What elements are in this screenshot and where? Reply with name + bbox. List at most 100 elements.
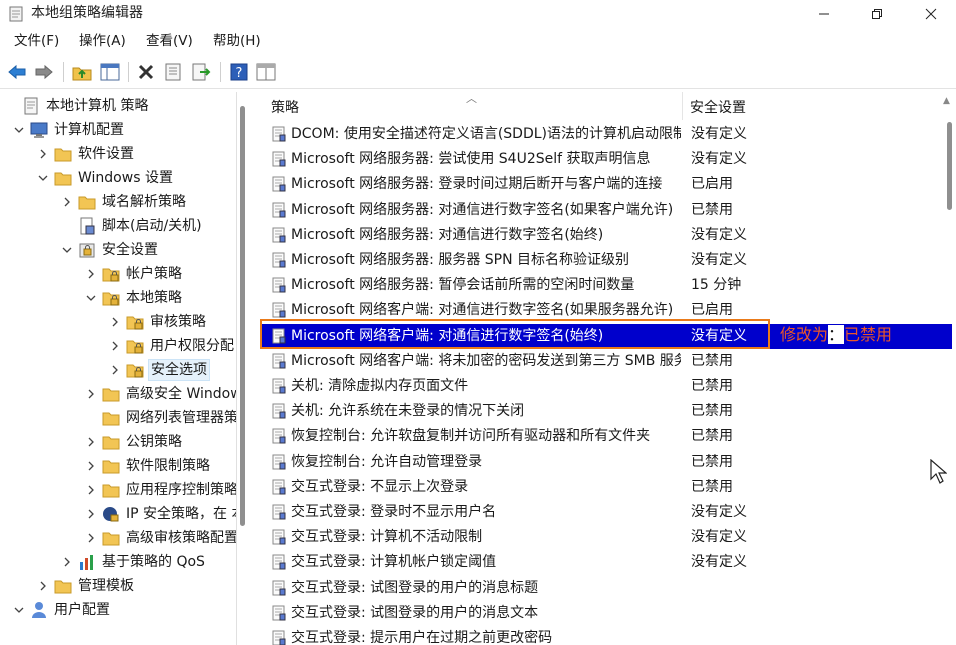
policy-row[interactable]: 关机: 清除虚拟内存页面文件 已禁用	[262, 374, 952, 399]
policy-row[interactable]: 交互式登录: 计算机不活动限制 没有定义	[262, 525, 952, 550]
close-button[interactable]	[906, 0, 956, 28]
help-button[interactable]: ?	[227, 60, 251, 84]
maximize-button[interactable]	[852, 0, 902, 28]
tree-node[interactable]: 域名解析策略	[60, 190, 188, 214]
chevron-down-icon[interactable]	[12, 118, 26, 142]
show-hide-tree-button[interactable]	[98, 60, 122, 84]
chevron-right-icon[interactable]	[108, 358, 122, 382]
close-icon	[925, 8, 937, 20]
forward-button[interactable]	[32, 60, 56, 84]
locked-folder-icon	[102, 289, 120, 307]
security-icon	[78, 241, 96, 259]
scroll-up-icon[interactable]: ▲	[943, 96, 950, 106]
chevron-down-icon[interactable]	[12, 598, 26, 622]
tree-node[interactable]: 管理模板	[36, 574, 136, 598]
policy-row[interactable]: 交互式登录: 试图登录的用户的消息标题	[262, 576, 952, 601]
security-setting-value: 已禁用	[691, 201, 733, 218]
back-button[interactable]	[5, 60, 29, 84]
security-setting-value: 没有定义	[691, 327, 747, 344]
tree-node[interactable]: 本地计算机 策略	[4, 94, 150, 118]
chevron-right-icon[interactable]	[84, 526, 98, 550]
chevron-right-icon[interactable]	[108, 310, 122, 334]
tree-node-label: 网络列表管理器策略	[126, 410, 237, 426]
policy-name: 交互式登录: 试图登录的用户的消息标题	[291, 579, 539, 596]
policy-setting-icon	[271, 277, 287, 293]
policy-row[interactable]: Microsoft 网络服务器: 服务器 SPN 目标名称验证级别 没有定义	[262, 248, 952, 273]
column-header-setting[interactable]: 安全设置	[690, 97, 746, 117]
tree-node[interactable]: 安全设置	[60, 238, 160, 262]
chevron-down-icon[interactable]	[36, 166, 50, 190]
policy-row[interactable]: 交互式登录: 不显示上次登录 已禁用	[262, 475, 952, 500]
chevron-right-icon[interactable]	[84, 430, 98, 454]
tree-node[interactable]: 高级安全 Windows Defender 防火墙	[84, 382, 236, 406]
chevron-right-icon[interactable]	[108, 334, 122, 358]
chevron-right-icon[interactable]	[84, 502, 98, 526]
tree-node[interactable]: 安全选项	[108, 358, 210, 382]
tree-node[interactable]: 应用程序控制策略	[84, 478, 236, 502]
chevron-right-icon[interactable]	[84, 382, 98, 406]
policy-row[interactable]: 交互式登录: 登录时不显示用户名 没有定义	[262, 500, 952, 525]
delete-button[interactable]	[134, 60, 158, 84]
tree-node[interactable]: 帐户策略	[84, 262, 184, 286]
policy-editor-icon	[9, 6, 23, 22]
tree-node[interactable]: IP 安全策略，在 本地计算机	[84, 502, 236, 526]
menu-view[interactable]: 查看(V)	[146, 32, 193, 50]
tree-node[interactable]: 本地策略	[84, 286, 184, 310]
maximize-icon	[872, 9, 882, 19]
tree-node[interactable]: 用户权限分配	[108, 334, 236, 358]
menu-help[interactable]: 帮助(H)	[213, 32, 261, 50]
policy-row[interactable]: 交互式登录: 提示用户在过期之前更改密码	[262, 626, 952, 645]
column-header-policy[interactable]: 策略	[271, 97, 299, 117]
tree-node[interactable]: Windows 设置	[36, 166, 175, 190]
tree-node[interactable]: 计算机配置	[12, 118, 126, 142]
tree-node[interactable]: 脚本(启动/关机)	[60, 214, 204, 238]
menu-action[interactable]: 操作(A)	[79, 32, 126, 50]
chevron-right-icon[interactable]	[84, 454, 98, 478]
policy-row[interactable]: 交互式登录: 计算机帐户锁定阈值 没有定义	[262, 550, 952, 575]
policy-row[interactable]: Microsoft 网络服务器: 尝试使用 S4U2Self 获取声明信息 没有定…	[262, 147, 952, 172]
policy-name: 恢复控制台: 允许自动管理登录	[291, 453, 483, 470]
tree-node[interactable]: 公钥策略	[84, 430, 184, 454]
tree-scrollbar[interactable]	[240, 106, 245, 526]
chevron-right-icon[interactable]	[36, 142, 50, 166]
policy-row[interactable]: Microsoft 网络服务器: 登录时间过期后断开与客户端的连接 已启用	[262, 172, 952, 197]
export-list-button[interactable]	[189, 60, 213, 84]
tree-node[interactable]: 基于策略的 QoS	[60, 550, 207, 574]
policy-row[interactable]: Microsoft 网络客户端: 对通信进行数字签名(如果服务器允许) 已启用	[262, 298, 952, 323]
chevron-right-icon[interactable]	[60, 190, 74, 214]
policy-row[interactable]: 交互式登录: 试图登录的用户的消息文本	[262, 601, 952, 626]
policy-row[interactable]: 关机: 允许系统在未登录的情况下关闭 已禁用	[262, 399, 952, 424]
chevron-down-icon[interactable]	[60, 238, 74, 262]
extended-view-button[interactable]	[254, 60, 278, 84]
policy-row[interactable]: 恢复控制台: 允许软盘复制并访问所有驱动器和所有文件夹 已禁用	[262, 424, 952, 449]
minimize-button[interactable]	[799, 0, 849, 28]
chevron-right-icon[interactable]	[36, 574, 50, 598]
toolbar-separator	[63, 62, 64, 82]
column-divider[interactable]	[682, 92, 683, 120]
tree-node[interactable]: 用户配置	[12, 598, 112, 622]
policy-setting-icon	[271, 454, 287, 470]
tree-node[interactable]: 软件限制策略	[84, 454, 212, 478]
tree-node[interactable]: 高级审核策略配置	[84, 526, 236, 550]
tree-node[interactable]: 网络列表管理器策略	[84, 406, 237, 430]
tree-node-label: 管理模板	[78, 578, 134, 594]
tree-node[interactable]: 审核策略	[108, 310, 208, 334]
tree-node-label: 安全选项	[148, 359, 210, 381]
policy-row[interactable]: Microsoft 网络客户端: 将未加密的密码发送到第三方 SMB 服务器 已禁…	[262, 349, 952, 374]
policy-row[interactable]: Microsoft 网络服务器: 暂停会话前所需的空闲时间数量 15 分钟	[262, 273, 952, 298]
tree-node[interactable]: 软件设置	[36, 142, 136, 166]
chevron-right-icon[interactable]	[84, 478, 98, 502]
policy-row[interactable]: DCOM: 使用安全描述符定义语言(SDDL)语法的计算机启动限制 没有定义	[262, 122, 952, 147]
policy-setting-icon	[271, 252, 287, 268]
up-level-button[interactable]	[70, 60, 94, 84]
list-scrollbar[interactable]	[947, 122, 952, 210]
policy-row[interactable]: Microsoft 网络服务器: 对通信进行数字签名(如果客户端允许) 已禁用	[262, 198, 952, 223]
policy-row[interactable]: 恢复控制台: 允许自动管理登录 已禁用	[262, 450, 952, 475]
chevron-down-icon[interactable]	[84, 286, 98, 310]
chevron-right-icon[interactable]	[84, 262, 98, 286]
policy-row[interactable]: Microsoft 网络服务器: 对通信进行数字签名(始终) 没有定义	[262, 223, 952, 248]
chevron-right-icon[interactable]	[60, 550, 74, 574]
properties-button[interactable]	[161, 60, 185, 84]
window-title: 本地组策略编辑器	[31, 5, 143, 21]
menu-file[interactable]: 文件(F)	[14, 32, 59, 50]
